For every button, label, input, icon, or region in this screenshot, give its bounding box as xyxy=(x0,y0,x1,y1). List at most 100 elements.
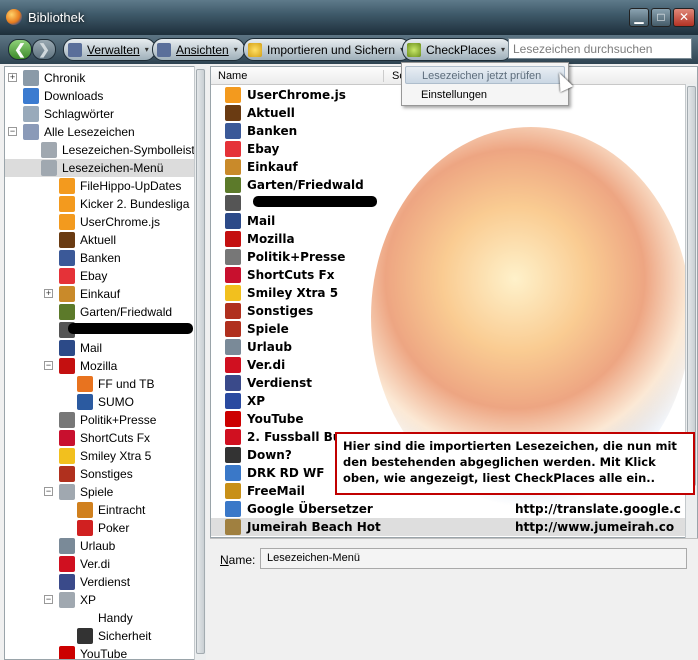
list-item[interactable]: Down? xyxy=(225,446,292,464)
list-item[interactable]: Sonstiges xyxy=(225,302,313,320)
tree-item[interactable]: Mail xyxy=(59,339,102,357)
tree-expander[interactable]: + xyxy=(44,289,53,298)
tree-item[interactable]: Aktuell xyxy=(59,231,116,249)
tree-item[interactable]: Spiele xyxy=(59,483,113,501)
tree-expander[interactable]: − xyxy=(8,127,17,136)
facebook-icon xyxy=(225,123,241,139)
list-item[interactable]: Ver.di xyxy=(225,356,285,374)
tree-item[interactable]: Downloads xyxy=(23,87,103,105)
list-item[interactable]: 2. Fussball Bu xyxy=(225,428,341,446)
list-scroll-thumb[interactable] xyxy=(687,86,696,486)
tree-item[interactable]: YouTube xyxy=(59,645,127,659)
list-item-label: ShortCuts Fx xyxy=(247,268,335,282)
tree-item[interactable]: Kicker 2. Bundesliga xyxy=(59,195,189,213)
checkplaces-button[interactable]: CheckPlaces ▾ xyxy=(402,38,513,61)
list-item[interactable]: Mail xyxy=(225,212,275,230)
list-item[interactable]: Politik+Presse xyxy=(225,248,345,266)
tree-item[interactable]: Garten/Friedwald xyxy=(59,303,172,321)
redacted-label xyxy=(253,196,377,207)
verdi-icon xyxy=(59,556,75,572)
tree-item[interactable]: FF und TB xyxy=(77,375,154,393)
tree-item[interactable]: Eintracht xyxy=(77,501,145,519)
tree-item[interactable]: Ver.di xyxy=(59,555,110,573)
search-input[interactable]: Lesezeichen durchsuchen xyxy=(508,38,692,59)
menu-item-settings[interactable]: Einstellungen xyxy=(405,86,565,104)
list-item[interactable]: Spiele xyxy=(225,320,289,338)
tree-item-label: SUMO xyxy=(98,395,134,409)
sidebar-scroll-thumb[interactable] xyxy=(196,69,205,654)
list-item[interactable]: Smiley Xtra 5 xyxy=(225,284,338,302)
tree-item[interactable]: Lesezeichen-Menü xyxy=(5,159,199,177)
tree-expander[interactable]: − xyxy=(44,595,53,604)
tree-item[interactable]: Sicherheit xyxy=(77,627,151,645)
list-item[interactable]: Urlaub xyxy=(225,338,292,356)
list-item[interactable]: UserChrome.js xyxy=(225,86,346,104)
tree-item-label: Sonstiges xyxy=(80,467,133,481)
list-item-url: http://translate.google.c xyxy=(515,502,681,516)
close-button[interactable]: ✕ xyxy=(673,8,695,27)
list-item[interactable]: Garten/Friedwald xyxy=(225,176,364,194)
ansichten-button[interactable]: Ansichten ▾ xyxy=(152,38,245,61)
youtube-icon xyxy=(225,411,241,427)
importieren-button[interactable]: Importieren und Sichern ▾ xyxy=(243,38,412,61)
tree-item[interactable]: Urlaub xyxy=(59,537,115,555)
list-item[interactable]: Jumeirah Beach Hot xyxy=(225,518,381,536)
menu-item-check-now[interactable]: Lesezeichen jetzt prüfen xyxy=(405,66,565,84)
list-item[interactable]: Ebay xyxy=(225,140,279,158)
tree-item[interactable]: XP xyxy=(59,591,96,609)
list-item[interactable]: DRK RD WF xyxy=(225,464,325,482)
tree-item[interactable]: Ebay xyxy=(59,267,107,285)
tree-item[interactable]: FileHippo-UpDates xyxy=(59,177,181,195)
tree-item[interactable]: Mozilla xyxy=(59,357,117,375)
back-button[interactable]: ❮ xyxy=(8,39,32,60)
list-item[interactable] xyxy=(225,194,247,212)
smiley-icon xyxy=(225,285,241,301)
anonymous-icon xyxy=(225,195,241,211)
tree-item[interactable]: Einkauf xyxy=(59,285,120,303)
list-item[interactable]: XP xyxy=(225,392,265,410)
list-item[interactable]: FreeMail xyxy=(225,482,305,500)
tree-item[interactable]: Schlagwörter xyxy=(23,105,114,123)
tree-item[interactable]: Handy xyxy=(77,609,133,627)
list-item[interactable]: Aktuell xyxy=(225,104,295,122)
list-item[interactable]: Google Übersetzer xyxy=(225,500,373,518)
tree-expander[interactable]: − xyxy=(44,361,53,370)
tree-item-label: Chronik xyxy=(44,71,86,85)
sidebar-scrollbar[interactable] xyxy=(194,66,206,660)
tree-item-label: Urlaub xyxy=(80,539,116,553)
tree-item[interactable]: Poker xyxy=(77,519,129,537)
tree-item[interactable]: Alle Lesezeichen xyxy=(23,123,135,141)
tree-item[interactable]: UserChrome.js xyxy=(59,213,160,231)
list-item[interactable]: YouTube xyxy=(225,410,304,428)
mail-icon xyxy=(225,213,241,229)
forward-button[interactable]: ❯ xyxy=(32,39,56,60)
tree-item-label: Verdienst xyxy=(80,575,131,589)
clock-icon xyxy=(23,70,39,86)
list-item[interactable]: Einkauf xyxy=(225,158,298,176)
column-name[interactable]: Name xyxy=(218,70,247,82)
tree-item[interactable]: Sonstiges xyxy=(59,465,133,483)
tree-expander[interactable]: + xyxy=(8,73,17,82)
list-item[interactable]: Mozilla xyxy=(225,230,295,248)
annotation-callout: Hier sind die importierten Lesezeichen, … xyxy=(335,432,695,495)
maximize-button[interactable]: □ xyxy=(651,8,671,27)
list-item[interactable]: Banken xyxy=(225,122,297,140)
tree-item[interactable]: Politik+Presse xyxy=(59,411,156,429)
verwalten-button[interactable]: Verwalten ▾ xyxy=(63,38,156,61)
ebay-icon xyxy=(225,141,241,157)
minimize-button[interactable]: ▁ xyxy=(629,8,649,27)
tree-item[interactable]: Banken xyxy=(59,249,121,267)
tree-item-label: Schlagwörter xyxy=(44,107,115,121)
grid-icon xyxy=(225,465,241,481)
name-field[interactable]: Lesezeichen-Menü xyxy=(260,548,687,569)
tree-item[interactable]: SUMO xyxy=(77,393,134,411)
tree-item[interactable]: Lesezeichen-Symbolleiste xyxy=(41,141,201,159)
checkplaces-menu: Lesezeichen jetzt prüfen Einstellungen xyxy=(401,62,569,106)
list-item[interactable]: Verdienst xyxy=(225,374,312,392)
list-item[interactable]: ShortCuts Fx xyxy=(225,266,334,284)
tree-expander[interactable]: − xyxy=(44,487,53,496)
tree-item[interactable]: Verdienst xyxy=(59,573,130,591)
tree-item[interactable]: ShortCuts Fx xyxy=(59,429,150,447)
tree-item[interactable]: Chronik xyxy=(23,69,85,87)
tree-item[interactable]: Smiley Xtra 5 xyxy=(59,447,151,465)
